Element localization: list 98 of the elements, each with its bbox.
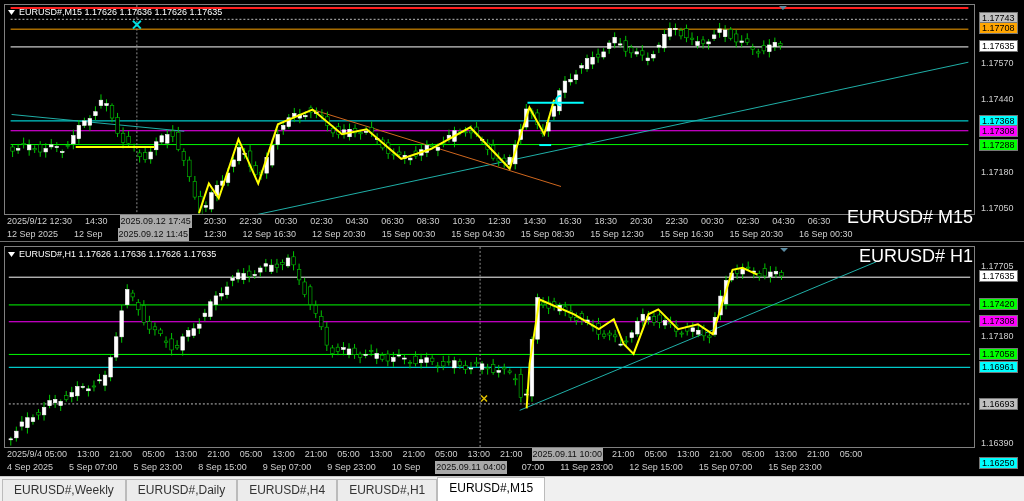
time-label: 15 Sep 08:30 [519, 228, 576, 241]
price-label: 1.17420 [979, 298, 1018, 310]
price-label: 1.17288 [979, 139, 1018, 151]
time-label: 14:30 [522, 215, 547, 229]
time-label: 15 Sep 00:30 [380, 228, 437, 241]
time-label: 05:00 [336, 448, 361, 461]
chart-tab[interactable]: EURUSD#,M15 [437, 477, 546, 501]
chart-title: EURUSD# H1 [858, 246, 973, 266]
time-label: 16:30 [558, 215, 583, 229]
time-label: 05:00 [741, 448, 766, 461]
time-label: 13:00 [271, 448, 296, 461]
time-label: 2025.09.11 10:00 [531, 448, 603, 461]
time-label: 5 Sep 23:00 [132, 461, 184, 474]
time-label: 12:30 [486, 215, 512, 229]
time-label: 21:00 [303, 448, 329, 461]
time-label: 06:30 [380, 215, 405, 229]
time-label: 05:00 [141, 448, 166, 461]
time-label: 10:30 [451, 215, 476, 229]
price-label: 1.17708 [979, 22, 1018, 34]
time-label: 21:00 [108, 448, 134, 461]
time-label: 10 Sep [390, 461, 422, 474]
time-label: 22:30 [664, 215, 690, 229]
chart-title: EURUSD# M15 [846, 207, 973, 227]
price-label: 1.16390 [980, 438, 1015, 448]
time-label: 15 Sep 12:30 [589, 228, 645, 241]
time-label: 04:30 [771, 215, 796, 229]
time-label: 21:00 [401, 448, 426, 461]
time-label: 05:00 [238, 448, 264, 461]
price-label: 1.16250 [979, 457, 1018, 469]
time-label: 06:30 [806, 215, 832, 229]
time-label: 12 Sep 15:00 [628, 461, 684, 474]
time-label: 15 Sep 16:30 [658, 228, 715, 241]
price-label: 1.16961 [979, 361, 1018, 373]
chart-tab[interactable]: EURUSD#,H1 [337, 479, 438, 501]
time-label: 20:30 [629, 215, 654, 229]
symbol-header: EURUSD#,M15 1.17626 1.17636 1.17626 1.17635 [19, 6, 223, 19]
time-label: 15 Sep 20:30 [728, 228, 784, 241]
time-label: 12 Sep 2025 [6, 228, 60, 241]
price-label: 1.17440 [980, 94, 1015, 104]
time-label: 05:00 [643, 448, 668, 461]
price-label: 1.17180 [980, 331, 1015, 341]
price-label: 1.17308 [979, 125, 1018, 137]
time-label: 8 Sep 15:00 [197, 461, 248, 474]
time-label: 05:00 [838, 448, 864, 461]
time-label: 00:30 [273, 215, 299, 229]
chart-tab[interactable]: EURUSD#,Daily [125, 479, 238, 501]
price-label: 1.16693 [979, 398, 1018, 410]
time-label: 13:00 [773, 448, 799, 461]
time-label: 2025/9/12 12:30 [6, 215, 74, 229]
time-label: 15 Sep 23:00 [767, 461, 823, 474]
time-label: 12 Sep 16:30 [241, 228, 298, 241]
time-label: 08:30 [415, 215, 441, 229]
price-label: 1.17058 [979, 348, 1018, 360]
time-label: 13:00 [368, 448, 394, 461]
time-label: 13:00 [675, 448, 701, 461]
time-label: 12 Sep 20:30 [311, 228, 367, 241]
time-label: 15 Sep 04:30 [450, 228, 506, 241]
time-label: 02:30 [309, 215, 334, 229]
time-label: 20:30 [202, 215, 228, 229]
time-label: 15 Sep 07:00 [697, 461, 754, 474]
time-label: 21:00 [708, 448, 734, 461]
time-label: 02:30 [735, 215, 761, 229]
time-label: 07:00 [520, 461, 546, 474]
time-label: 2025/9/4 05:00 [6, 448, 69, 461]
time-label: 14:30 [84, 215, 109, 229]
time-label: 9 Sep 23:00 [326, 461, 377, 474]
time-label: 00:30 [700, 215, 725, 229]
time-label: 5 Sep 07:00 [68, 461, 119, 474]
time-label: 13:00 [173, 448, 199, 461]
time-label: 16 Sep 00:30 [798, 228, 854, 241]
price-label: 1.17308 [979, 315, 1018, 327]
time-label: 2025.09.12 17:45 [119, 215, 192, 229]
price-label: 1.17635 [979, 40, 1018, 52]
time-label: 12 Sep [73, 228, 104, 241]
time-label: 05:00 [433, 448, 459, 461]
chart-tab[interactable]: EURUSD#,Weekly [2, 479, 126, 501]
time-label: 12:30 [203, 228, 228, 241]
time-label: 21:00 [206, 448, 231, 461]
time-label: 11 Sep 23:00 [559, 461, 615, 474]
price-label: 1.17705 [980, 261, 1015, 271]
time-label: 13:00 [466, 448, 491, 461]
price-label: 1.17570 [980, 58, 1015, 68]
price-label: 1.17635 [979, 270, 1018, 282]
time-label: 18:30 [593, 215, 619, 229]
time-label: 2025.09.12 11:45 [117, 228, 189, 241]
time-label: 4 Sep 2025 [6, 461, 55, 474]
time-label: 2025.09.11 04:00 [435, 461, 507, 474]
chart-tab[interactable]: EURUSD#,H4 [237, 479, 338, 501]
symbol-header: EURUSD#,H1 1.17626 1.17636 1.17626 1.17635 [19, 248, 217, 261]
time-label: 21:00 [610, 448, 636, 461]
time-label: 9 Sep 07:00 [261, 461, 313, 474]
time-label: 04:30 [344, 215, 370, 229]
time-label: 21:00 [806, 448, 831, 461]
time-label: 22:30 [238, 215, 263, 229]
price-label: 1.17180 [980, 167, 1015, 177]
time-label: 21:00 [498, 448, 524, 461]
time-label: 13:00 [76, 448, 101, 461]
price-label: 1.17050 [980, 203, 1015, 213]
